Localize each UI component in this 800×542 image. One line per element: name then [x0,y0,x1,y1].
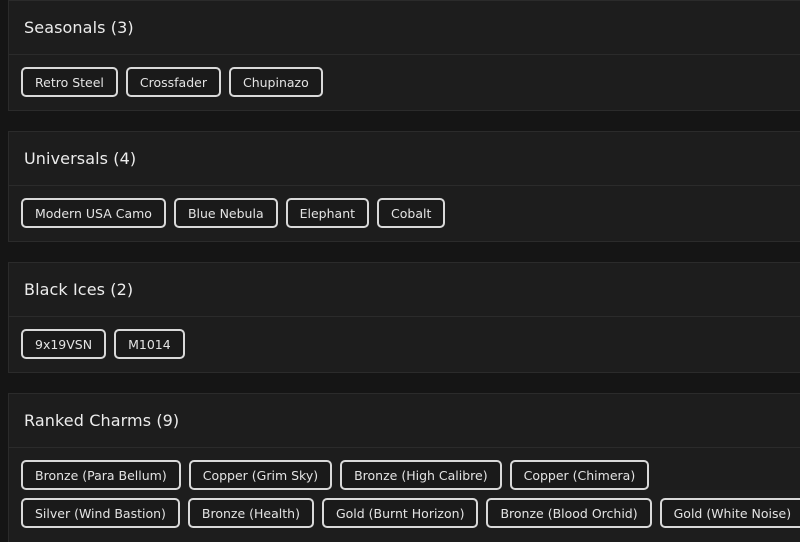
tag-cobalt[interactable]: Cobalt [377,198,446,228]
section-title: Seasonals (3) [24,18,134,37]
tag-retro-steel[interactable]: Retro Steel [21,67,118,97]
section-black-ices: Black Ices (2) 9x19VSN M1014 [8,262,800,373]
tag-bronze-blood-orchid[interactable]: Bronze (Blood Orchid) [486,498,652,528]
tag-m1014[interactable]: M1014 [114,329,185,359]
tag-list: 9x19VSN M1014 [9,317,800,359]
tag-list: Modern USA Camo Blue Nebula Elephant Cob… [9,186,800,228]
page: Seasonals (3) Retro Steel Crossfader Chu… [0,0,800,542]
section-seasonals: Seasonals (3) Retro Steel Crossfader Chu… [8,0,800,111]
section-ranked-charms: Ranked Charms (9) Bronze (Para Bellum) C… [8,393,800,542]
tag-bronze-high-calibre[interactable]: Bronze (High Calibre) [340,460,502,490]
tag-list: Retro Steel Crossfader Chupinazo [9,55,800,97]
tag-crossfader[interactable]: Crossfader [125,67,221,97]
tag-copper-grim-sky[interactable]: Copper (Grim Sky) [188,460,333,490]
section-header: Universals (4) [9,132,800,186]
tag-copper-chimera[interactable]: Copper (Chimera) [509,460,650,490]
section-title: Ranked Charms (9) [24,411,180,430]
tag-elephant[interactable]: Elephant [285,198,370,228]
section-header: Black Ices (2) [9,263,800,317]
section-title: Black Ices (2) [24,280,134,299]
section-title: Universals (4) [24,149,137,168]
tag-blue-nebula[interactable]: Blue Nebula [173,198,278,228]
tag-list: Bronze (Para Bellum) Copper (Grim Sky) B… [9,448,800,528]
tag-bronze-health[interactable]: Bronze (Health) [187,498,314,528]
tag-9x19vsn[interactable]: 9x19VSN [21,329,107,359]
tag-chupinazo[interactable]: Chupinazo [228,67,323,97]
section-universals: Universals (4) Modern USA Camo Blue Nebu… [8,131,800,242]
tag-gold-burnt-horizon[interactable]: Gold (Burnt Horizon) [321,498,479,528]
tag-silver-wind-bastion[interactable]: Silver (Wind Bastion) [21,498,180,528]
section-header: Ranked Charms (9) [9,394,800,448]
tag-modern-usa-camo[interactable]: Modern USA Camo [21,198,166,228]
section-header: Seasonals (3) [9,1,800,55]
tag-bronze-para-bellum[interactable]: Bronze (Para Bellum) [21,460,181,490]
tag-gold-white-noise[interactable]: Gold (White Noise) [659,498,800,528]
